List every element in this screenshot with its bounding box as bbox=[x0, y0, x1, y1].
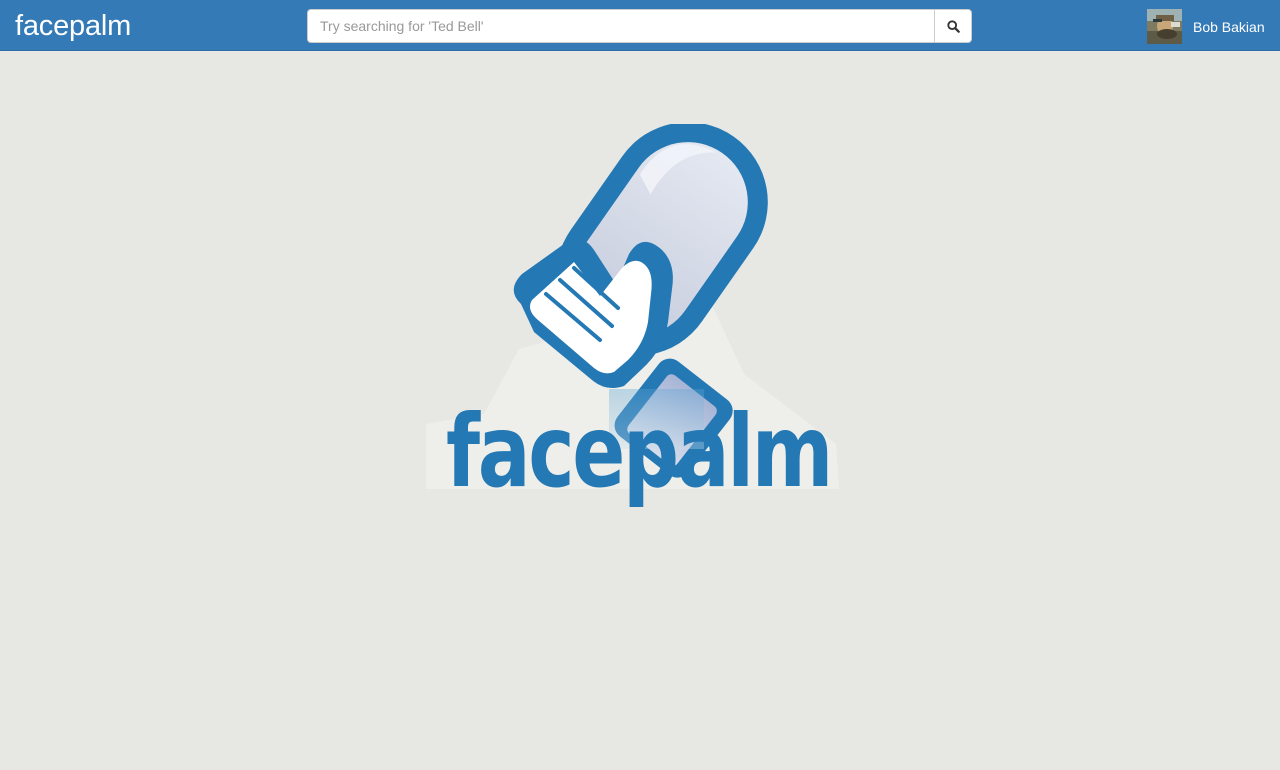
avatar[interactable] bbox=[1147, 9, 1182, 44]
search-button[interactable] bbox=[934, 9, 972, 43]
user-name: Bob Bakian bbox=[1193, 18, 1265, 35]
brand-link[interactable]: facepalm bbox=[15, 9, 131, 43]
search-input[interactable] bbox=[307, 9, 934, 43]
search-form bbox=[307, 9, 972, 43]
facepalm-logo: facepalm bbox=[426, 124, 839, 510]
search-icon bbox=[946, 19, 960, 33]
user-menu[interactable]: Bob Bakian bbox=[1147, 9, 1265, 44]
top-navbar: facepalm Bob Bakian bbox=[0, 0, 1280, 51]
logo-wordmark: facepalm bbox=[446, 393, 831, 510]
